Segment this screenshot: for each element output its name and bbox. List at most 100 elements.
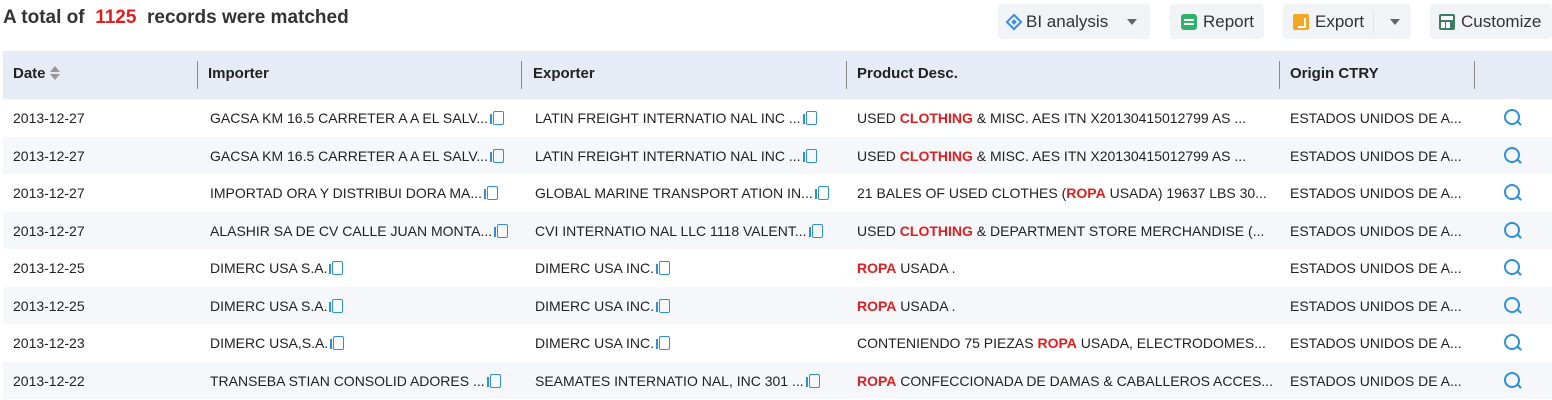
importer-name[interactable]: DIMERC USA S.A. — [210, 260, 327, 276]
copy-icon[interactable] — [484, 186, 499, 200]
table-row[interactable]: 2013-12-27 ALASHIR SA DE CV CALLE JUAN MO… — [3, 211, 1552, 250]
product-cell: USED CLOTHING & MISC. AES ITN X201304150… — [857, 137, 1273, 175]
export-divider — [1373, 10, 1374, 33]
product-text: USADA . — [896, 297, 956, 314]
export-button[interactable]: Export — [1283, 4, 1411, 39]
exporter-name[interactable]: DIMERC USA INC. — [535, 335, 654, 351]
table-row[interactable]: 2013-12-23 DIMERC USA,S.A. DIMERC USA INC.… — [3, 324, 1552, 362]
column-divider[interactable] — [1474, 61, 1475, 89]
date-header-label: Date — [13, 65, 46, 82]
copy-icon[interactable] — [490, 111, 505, 125]
column-divider[interactable] — [846, 61, 847, 89]
table-row[interactable]: 2013-12-27 GACSA KM 16.5 CARRETER A A EL … — [3, 99, 1552, 137]
search-icon[interactable] — [1503, 333, 1523, 353]
search-icon[interactable] — [1503, 296, 1523, 316]
search-icon[interactable] — [1503, 183, 1523, 203]
export-icon — [1293, 13, 1309, 30]
copy-icon[interactable] — [494, 223, 509, 238]
product-text: CONFECCIONADA DE DAMAS & CABALLEROS ACCE… — [896, 372, 1273, 389]
copy-icon[interactable] — [329, 298, 344, 313]
table-row[interactable]: 2013-12-25 DIMERC USA S.A. DIMERC USA INC.… — [3, 249, 1552, 287]
copy-icon[interactable] — [656, 336, 671, 350]
column-header-importer[interactable]: Importer — [208, 51, 269, 99]
importer-cell: GACSA KM 16.5 CARRETER A A EL SALV... — [210, 99, 510, 137]
chevron-down-icon — [1127, 19, 1137, 25]
copy-icon[interactable] — [330, 336, 345, 350]
column-divider[interactable] — [521, 61, 522, 89]
copy-icon[interactable] — [802, 111, 817, 125]
exporter-name[interactable]: SEAMATES INTERNATIO NAL, INC 301 ... — [535, 373, 804, 389]
copy-icon[interactable] — [814, 186, 829, 200]
search-icon[interactable] — [1503, 108, 1523, 128]
copy-icon[interactable] — [656, 298, 671, 313]
keyword-highlight: ROPA — [1066, 185, 1106, 201]
importer-cell: TRANSEBA STIAN CONSOLID ADORES ... — [210, 362, 510, 400]
exporter-name[interactable]: DIMERC USA INC. — [535, 260, 654, 276]
origin-cell: ESTADOS UNIDOS DE A... — [1290, 110, 1462, 126]
exporter-cell: GLOBAL MARINE TRANSPORT ATION IN... — [535, 174, 839, 212]
table-row[interactable]: 2013-12-25 DIMERC USA S.A. DIMERC USA INC.… — [3, 286, 1552, 324]
table-row[interactable]: 2013-12-22 TRANSEBA STIAN CONSOLID ADORES… — [3, 361, 1552, 400]
importer-name[interactable]: GACSA KM 16.5 CARRETER A A EL SALV... — [210, 110, 488, 126]
table-header: Date Importer Exporter Product Desc. Ori… — [3, 51, 1552, 99]
copy-icon[interactable] — [329, 261, 344, 275]
copy-icon[interactable] — [802, 148, 817, 163]
product-text: & MISC. AES ITN X20130415012799 AS ... — [972, 147, 1247, 164]
bi-analysis-label: BI analysis — [1026, 11, 1109, 31]
table-row[interactable]: 2013-12-27 IMPORTAD ORA Y DISTRIBUI DORA … — [3, 174, 1552, 212]
summary-suffix: records were matched — [146, 7, 349, 28]
origin-cell: ESTADOS UNIDOS DE A... — [1290, 147, 1462, 164]
report-label: Report — [1203, 11, 1255, 31]
column-header-exporter[interactable]: Exporter — [533, 51, 595, 99]
customize-button[interactable]: Customize — [1430, 4, 1552, 39]
exporter-cell: SEAMATES INTERNATIO NAL, INC 301 ... — [535, 362, 839, 400]
bi-analysis-button[interactable]: BI analysis — [998, 4, 1150, 39]
product-text: & MISC. AES ITN X20130415012799 AS ... — [972, 110, 1247, 126]
exporter-name[interactable]: CVI INTERNATIO NAL LLC 1118 VALENT... — [535, 223, 807, 239]
importer-name[interactable]: GACSA KM 16.5 CARRETER A A EL SALV... — [210, 148, 488, 164]
copy-icon[interactable] — [808, 223, 823, 238]
importer-name[interactable]: DIMERC USA S.A. — [210, 298, 327, 314]
keyword-highlight: CLOTHING — [899, 110, 973, 126]
exporter-name[interactable]: LATIN FREIGHT INTERNATIO NAL INC ... — [535, 110, 801, 126]
importer-name[interactable]: DIMERC USA,S.A. — [210, 335, 328, 351]
search-icon[interactable] — [1503, 146, 1523, 166]
table-body: 2013-12-27 GACSA KM 16.5 CARRETER A A EL … — [3, 99, 1552, 399]
records-table: Date Importer Exporter Product Desc. Ori… — [3, 51, 1552, 399]
exporter-cell: CVI INTERNATIO NAL LLC 1118 VALENT... — [535, 212, 839, 250]
sort-icon[interactable] — [49, 65, 60, 81]
column-divider[interactable] — [1279, 61, 1280, 89]
copy-icon[interactable] — [805, 373, 820, 388]
origin-cell: ESTADOS UNIDOS DE A... — [1290, 222, 1462, 239]
copy-icon[interactable] — [486, 373, 501, 388]
exporter-name[interactable]: GLOBAL MARINE TRANSPORT ATION IN... — [535, 185, 813, 201]
column-divider[interactable] — [197, 61, 198, 89]
keyword-highlight: ROPA — [857, 372, 897, 389]
column-header-product[interactable]: Product Desc. — [857, 51, 958, 99]
exporter-name[interactable]: LATIN FREIGHT INTERNATIO NAL INC ... — [535, 148, 801, 164]
column-header-date[interactable]: Date — [13, 51, 60, 99]
exporter-name[interactable]: DIMERC USA INC. — [535, 298, 654, 314]
importer-name[interactable]: TRANSEBA STIAN CONSOLID ADORES ... — [210, 373, 485, 389]
origin-cell: ESTADOS UNIDOS DE A... — [1290, 335, 1462, 351]
date-cell: 2013-12-23 — [13, 335, 85, 351]
column-header-origin[interactable]: Origin CTRY — [1290, 51, 1379, 99]
table-row[interactable]: 2013-12-27 GACSA KM 16.5 CARRETER A A EL … — [3, 136, 1552, 175]
search-icon[interactable] — [1503, 221, 1523, 241]
exporter-cell: LATIN FREIGHT INTERNATIO NAL INC ... — [535, 137, 839, 175]
copy-icon[interactable] — [490, 148, 505, 163]
product-cell: ROPA CONFECCIONADA DE DAMAS & CABALLEROS… — [857, 362, 1273, 400]
keyword-highlight: CLOTHING — [899, 222, 973, 239]
copy-icon[interactable] — [656, 261, 671, 275]
export-dropdown-icon[interactable] — [1390, 19, 1400, 25]
search-icon[interactable] — [1503, 258, 1523, 278]
results-summary: A total of 1125 records were matched — [3, 7, 349, 29]
origin-cell: ESTADOS UNIDOS DE A... — [1290, 297, 1462, 314]
product-text: CONTENIENDO 75 PIEZAS — [857, 335, 1038, 351]
search-icon[interactable] — [1503, 371, 1523, 391]
customize-label: Customize — [1461, 11, 1542, 31]
importer-name[interactable]: IMPORTAD ORA Y DISTRIBUI DORA MA... — [210, 185, 482, 201]
report-button[interactable]: Report — [1170, 4, 1264, 39]
origin-cell: ESTADOS UNIDOS DE A... — [1290, 372, 1462, 389]
importer-name[interactable]: ALASHIR SA DE CV CALLE JUAN MONTA... — [210, 223, 492, 239]
